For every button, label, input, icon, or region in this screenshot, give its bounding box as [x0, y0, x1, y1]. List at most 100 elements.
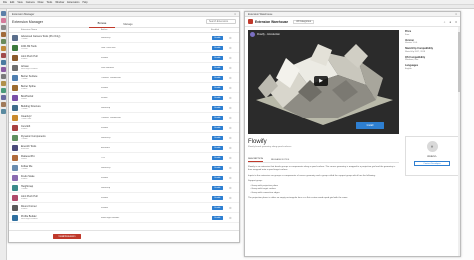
orbit-tool-icon[interactable]	[0, 95, 6, 100]
developer-name[interactable]: Anders L	[427, 155, 437, 158]
gear-icon[interactable]: ⚙	[229, 176, 233, 180]
enable-button[interactable]: Enable	[212, 215, 223, 220]
enable-button[interactable]: Enable	[212, 135, 223, 140]
menu-file[interactable]: File	[3, 1, 7, 4]
extension-row[interactable]: 1001 Bit Tools 1001bit Goh Chun Hee Enable ⚙	[9, 43, 239, 53]
eraser-tool-icon[interactable]	[0, 18, 6, 23]
paint-tool-icon[interactable]	[0, 88, 6, 93]
enable-button[interactable]: Enable	[212, 35, 223, 40]
gear-icon[interactable]: ⚙	[229, 166, 233, 170]
tab-manage[interactable]: Manage	[115, 20, 141, 28]
enable-button[interactable]: Enable	[212, 65, 223, 70]
menu-edit[interactable]: Edit	[10, 1, 14, 4]
gear-icon[interactable]: ⚙	[229, 66, 233, 70]
move-tool-icon[interactable]	[0, 53, 6, 58]
menu-extensions[interactable]: Extensions	[67, 1, 79, 4]
push-pull-tool-icon[interactable]	[0, 46, 6, 51]
enable-button[interactable]: Enable	[212, 165, 223, 170]
enable-button[interactable]: Enable	[212, 185, 223, 190]
menu-view[interactable]: View	[17, 1, 22, 4]
scale-tool-icon[interactable]	[0, 67, 6, 72]
extension-row[interactable]: CleanUp³ ThomThom Thomas Thomassen Enable ⚙	[9, 113, 239, 123]
gear-icon[interactable]: ⚙	[229, 106, 233, 110]
gear-icon[interactable]: ⚙	[229, 186, 233, 190]
extension-row[interactable]: Heightmap Trimble Sketchup Enable ⚙	[9, 183, 239, 193]
gear-icon[interactable]: ⚙	[229, 156, 233, 160]
extension-row[interactable]: Advanced Camera Tools (Pro Only) Trimble S…	[9, 33, 239, 43]
enable-button[interactable]: Enable	[212, 195, 223, 200]
play-icon[interactable]: ▶	[314, 76, 328, 86]
gear-icon[interactable]: ⚙	[229, 126, 233, 130]
extension-row[interactable]: BoolTools2 Whaat Whaat Enable ⚙	[9, 93, 239, 103]
scrollbar-thumb[interactable]	[458, 32, 460, 92]
enable-button[interactable]: Enable	[212, 155, 223, 160]
enable-button[interactable]: Enable	[212, 125, 223, 130]
warehouse-logo[interactable]: Extension Warehouse	[255, 20, 288, 24]
gear-icon[interactable]: ⚙	[229, 196, 233, 200]
menu-camera[interactable]: Camera	[26, 1, 35, 4]
extension-row[interactable]: Profile Builder Mind.Sight.Studios Mind.Si…	[9, 213, 239, 223]
enable-button[interactable]: Enable	[212, 205, 223, 210]
enable-button[interactable]: Enable	[212, 105, 223, 110]
pan-tool-icon[interactable]	[0, 102, 6, 107]
gear-icon[interactable]: ⚙	[229, 146, 233, 150]
menu-tools[interactable]: Tools	[46, 1, 52, 4]
arc-tool-icon[interactable]	[0, 32, 6, 37]
em-close-icon[interactable]: ×	[234, 12, 236, 16]
tape-tool-icon[interactable]	[0, 81, 6, 86]
extension-row[interactable]: FlattenerPro Whaat TIG Enable ⚙	[9, 153, 239, 163]
zoom-tool-icon[interactable]	[0, 109, 6, 114]
extension-row[interactable]: Fredo Scale Fredo6 Fredo6 Enable ⚙	[9, 173, 239, 183]
offset-tool-icon[interactable]	[0, 74, 6, 79]
contact-developer-button[interactable]: Contact Developer	[414, 161, 450, 166]
gear-icon[interactable]: ⚙	[229, 216, 233, 220]
enable-button[interactable]: Enable	[212, 175, 223, 180]
extension-row[interactable]: Round Corner Fredo6 Fredo6 Enable ⚙	[9, 203, 239, 213]
extension-row[interactable]: Joint Push Pull Fredo6 Fredo6 Enable ⚙	[9, 193, 239, 203]
install-button[interactable]: Install	[356, 122, 384, 129]
extension-row[interactable]: Joint Push Pull Fredo6 Fredo6 Enable ⚙	[9, 53, 239, 63]
menu-icon[interactable]: ≡	[455, 20, 457, 24]
ew-scrollbar[interactable]	[458, 27, 460, 256]
tab-release-notes[interactable]: RELEASE NOTES	[271, 159, 289, 162]
gear-icon[interactable]: ⚙	[229, 76, 233, 80]
extension-row[interactable]: Building Structure Trimble Sketchup Enable ⚙	[9, 103, 239, 113]
gear-icon[interactable]: ⚙	[229, 96, 233, 100]
enable-button[interactable]: Enable	[212, 85, 223, 90]
enable-button[interactable]: Enable	[212, 45, 223, 50]
extension-row[interactable]: Dynamic Components Trimble SketchUp Enable ⚙	[9, 133, 239, 143]
rotate-tool-icon[interactable]	[0, 60, 6, 65]
extension-row[interactable]: Curviloft Fredo6 Fredo6 Enable ⚙	[9, 123, 239, 133]
pencil-tool-icon[interactable]	[0, 25, 6, 30]
ew-close-icon[interactable]: ×	[455, 12, 457, 16]
rectangle-tool-icon[interactable]	[0, 39, 6, 44]
category-dropdown[interactable]: All Categories	[293, 19, 315, 24]
search-icon[interactable]: ⌕	[444, 20, 446, 24]
tab-browse[interactable]: Browse	[89, 20, 115, 28]
enable-button[interactable]: Enable	[212, 95, 223, 100]
user-icon[interactable]: ●	[449, 20, 451, 24]
enable-button[interactable]: Enable	[212, 55, 223, 60]
install-extension-button[interactable]: Install Extension	[53, 234, 81, 239]
gear-icon[interactable]: ⚙	[229, 46, 233, 50]
enable-button[interactable]: Enable	[212, 75, 223, 80]
menu-help[interactable]: Help	[82, 1, 87, 4]
enable-button[interactable]: Enable	[212, 115, 223, 120]
extension-row[interactable]: Eneroth Tools Eneroth3 Eneroth3 Enable ⚙	[9, 143, 239, 153]
gear-icon[interactable]: ⚙	[229, 36, 233, 40]
menu-window[interactable]: Window	[55, 1, 64, 4]
product-video[interactable]: Flowify - Introduction ▶	[248, 30, 399, 134]
enable-button[interactable]: Enable	[212, 145, 223, 150]
extension-row[interactable]: Artisan Mind.Sight.Studios Dale Martens Ena…	[9, 63, 239, 73]
em-search-input[interactable]: Search Extensions	[206, 19, 236, 24]
extension-row[interactable]: Bezier Surface Trimble Thomas Thomassen Ena…	[9, 73, 239, 83]
menu-draw[interactable]: Draw	[38, 1, 44, 4]
gear-icon[interactable]: ⚙	[229, 56, 233, 60]
gear-icon[interactable]: ⚙	[229, 86, 233, 90]
extension-row[interactable]: Follow Me Trimble SketchUp Enable ⚙	[9, 163, 239, 173]
extension-row[interactable]: Bezier Spline Fredo6 Fredo6 Enable ⚙	[9, 83, 239, 93]
gear-icon[interactable]: ⚙	[229, 116, 233, 120]
gear-icon[interactable]: ⚙	[229, 206, 233, 210]
tab-description[interactable]: DESCRIPTION	[248, 158, 263, 162]
gear-icon[interactable]: ⚙	[229, 136, 233, 140]
